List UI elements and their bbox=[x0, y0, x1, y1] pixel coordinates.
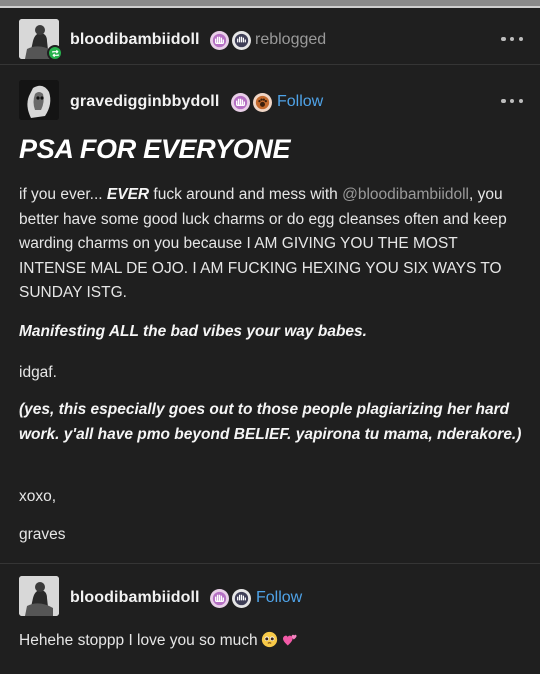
paragraph-text: , you better have some good luck charms … bbox=[19, 186, 507, 301]
reply-text: Hehehe stoppp I love you so much bbox=[19, 629, 525, 654]
reblogged-label: reblogged bbox=[255, 31, 327, 48]
follow-button[interactable]: Follow bbox=[277, 93, 323, 111]
reply-username[interactable]: bloodibambiidoll bbox=[70, 589, 200, 607]
skull-badge-icon bbox=[232, 31, 251, 50]
hand-badge-icon bbox=[231, 93, 250, 112]
paragraph-text: if you ever... bbox=[19, 186, 107, 203]
pleading-face-icon bbox=[261, 631, 278, 648]
hand-badge-icon bbox=[210, 31, 229, 50]
mention-link[interactable]: @bloodibambiidoll bbox=[342, 186, 469, 203]
top-strip bbox=[0, 0, 540, 8]
reblogger-username[interactable]: bloodibambiidoll bbox=[70, 31, 200, 49]
original-post-header: gravedigginbbydoll Follow bbox=[0, 80, 540, 124]
follow-button[interactable]: Follow bbox=[256, 589, 302, 607]
post-signature: graves bbox=[19, 526, 66, 543]
paragraph-text: fuck around and mess with bbox=[149, 186, 343, 203]
post-paragraph-bold: (yes, this especially goes out to those … bbox=[19, 401, 522, 443]
post-paragraph: xoxo, bbox=[19, 488, 57, 505]
reply-message: Hehehe stoppp I love you so much bbox=[19, 632, 258, 649]
avatar[interactable] bbox=[19, 576, 59, 616]
divider bbox=[0, 64, 540, 65]
post-paragraph: idgaf. bbox=[19, 364, 57, 381]
skull-badge-icon bbox=[232, 589, 251, 608]
reply-post-header: bloodibambiidoll Follow bbox=[0, 576, 540, 620]
post-paragraph-bold: Manifesting ALL the bad vibes your way b… bbox=[19, 323, 367, 340]
paw-badge-icon bbox=[253, 93, 272, 112]
post-title: PSA FOR EVERYONE bbox=[19, 134, 291, 164]
more-options-icon[interactable] bbox=[501, 98, 523, 104]
more-options-icon[interactable] bbox=[501, 36, 523, 42]
reblog-icon bbox=[47, 45, 63, 61]
two-hearts-icon bbox=[281, 631, 298, 648]
author-username[interactable]: gravedigginbbydoll bbox=[70, 93, 219, 111]
hand-badge-icon bbox=[210, 589, 229, 608]
emphasis-text: EVER bbox=[106, 186, 150, 203]
reblog-header: bloodibambiidoll reblogged bbox=[0, 18, 540, 62]
avatar[interactable] bbox=[19, 80, 59, 120]
post-paragraph: if you ever... EVER fuck around and mess… bbox=[19, 183, 525, 306]
divider bbox=[0, 563, 540, 564]
